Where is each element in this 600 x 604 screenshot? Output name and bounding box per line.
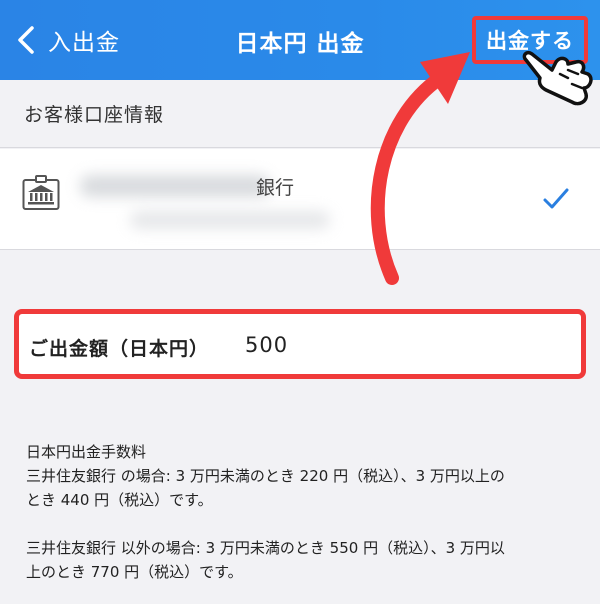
fee-other-text: 三井住友銀行 以外の場合: 3 万円未満のとき 550 円（税込）、3 万円以 … (26, 539, 505, 581)
fee-title: 日本円出金手数料 (26, 443, 147, 461)
fee-smbc-text: 三井住友銀行 の場合: 3 万円未満のとき 220 円（税込）、3 万円以上の … (26, 467, 505, 509)
pointing-hand-icon (522, 50, 593, 106)
withdrawal-amount-label: ご出金額（日本円） (29, 338, 210, 360)
bank-account-row[interactable]: 銀行 (0, 149, 600, 250)
withdrawal-amount-field[interactable]: ご出金額（日本円） 500 (14, 309, 586, 379)
fee-info: 日本円出金手数料 三井住友銀行 の場合: 3 万円未満のとき 220 円（税込）… (26, 440, 586, 584)
checkmark-icon (543, 188, 569, 209)
account-section-title: お客様口座情報 (24, 104, 165, 126)
bank-suffix-label: 銀行 (256, 177, 295, 199)
account-section-header: お客様口座情報 (0, 80, 600, 148)
navigation-bar: 入出金 日本円 出金 出金する (0, 0, 600, 80)
redacted-bank-name (80, 175, 270, 197)
bank-icon (22, 175, 60, 210)
withdrawal-amount-value[interactable]: 500 (245, 333, 288, 357)
redacted-account-details (130, 211, 330, 229)
